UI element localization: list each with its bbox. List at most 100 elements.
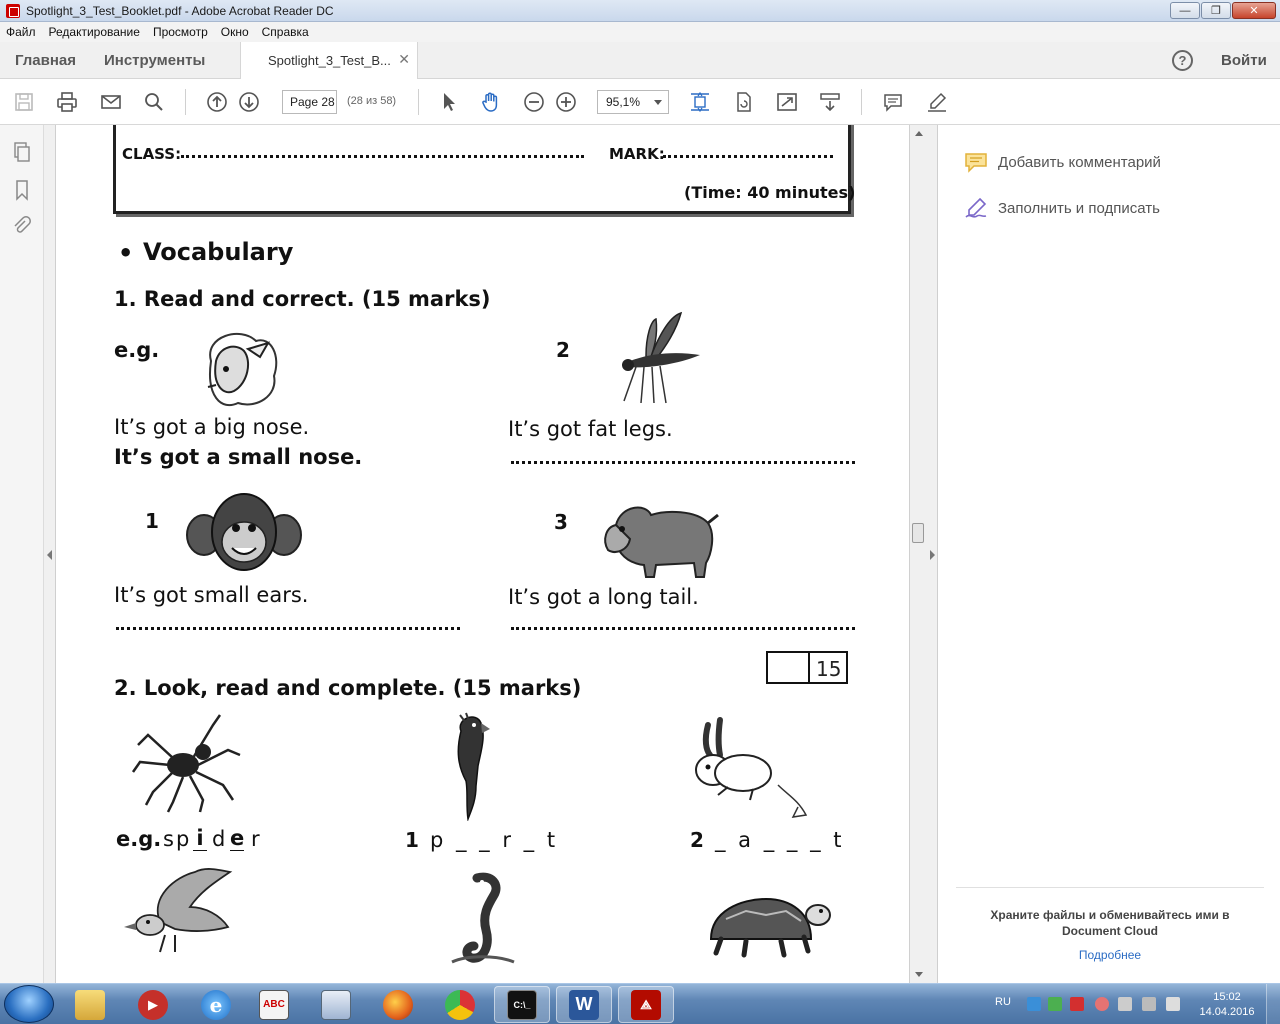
- toolbar-separator: [185, 89, 186, 115]
- search-icon[interactable]: [142, 90, 166, 114]
- scroll-thumb[interactable]: [912, 523, 924, 543]
- mark-dotted-line: [663, 155, 833, 158]
- chevron-right-icon: [930, 550, 935, 560]
- start-button[interactable]: [4, 985, 54, 1023]
- taskbar-ie[interactable]: e: [188, 986, 244, 1023]
- taskbar-acrobat[interactable]: ⟁: [618, 986, 674, 1023]
- left-pane-toggle[interactable]: [44, 125, 56, 983]
- cloud-promo-text: Храните файлы и обменивайтесь ими в Docu…: [990, 908, 1230, 938]
- email-icon[interactable]: [99, 90, 123, 114]
- minimize-button[interactable]: —: [1170, 2, 1200, 19]
- toolbar-separator: [861, 89, 862, 115]
- tab-bar: Главная Инструменты Spotlight_3_Test_B..…: [0, 42, 1280, 79]
- item2-sentence: It’s got fat legs.: [508, 417, 673, 441]
- tab-home[interactable]: Главная: [15, 52, 76, 69]
- navigation-pane: [0, 125, 44, 983]
- item3-answer-line: [511, 627, 855, 630]
- mosquito-picture: [622, 311, 700, 404]
- tray-arrow-icon[interactable]: [1027, 997, 1041, 1011]
- taskbar-firefox[interactable]: [370, 986, 426, 1023]
- zoom-value: 95,1%: [606, 95, 641, 109]
- eg-sentence-right: It’s got a small nose.: [114, 445, 363, 469]
- vertical-scrollbar[interactable]: [909, 125, 926, 983]
- eg-sentence-wrong: It’s got a big nose.: [114, 415, 310, 439]
- attachments-icon[interactable]: [11, 215, 33, 237]
- learn-more-link[interactable]: Подробнее: [968, 948, 1252, 962]
- taskbar-keyboard[interactable]: [308, 986, 364, 1023]
- bookmarks-icon[interactable]: [11, 179, 33, 201]
- next-page-icon[interactable]: [237, 90, 261, 114]
- menu-window[interactable]: Окно: [221, 25, 249, 39]
- item1-sentence: It’s got small ears.: [114, 583, 309, 607]
- menu-help[interactable]: Справка: [262, 25, 309, 39]
- taskbar-abc[interactable]: ABC: [246, 986, 302, 1023]
- tab-document[interactable]: Spotlight_3_Test_B... ✕: [240, 42, 418, 79]
- taskbar-cmd[interactable]: C:\_: [494, 986, 550, 1023]
- kaspersky-icon[interactable]: [1070, 997, 1084, 1011]
- acrobat-reader-icon: ⟁: [631, 989, 661, 1020]
- item2-answer-line: [511, 461, 855, 464]
- command-prompt-icon: C:\_: [507, 989, 537, 1020]
- menu-file[interactable]: Файл: [6, 25, 36, 39]
- scroll-mode-icon[interactable]: [818, 90, 842, 114]
- language-indicator[interactable]: RU: [995, 996, 1011, 1008]
- zoom-in-icon[interactable]: [554, 90, 578, 114]
- item1-number: 1: [145, 509, 159, 533]
- select-cursor-icon[interactable]: [437, 90, 461, 114]
- volume-icon[interactable]: [1166, 997, 1180, 1011]
- rotate-page-icon[interactable]: [732, 90, 756, 114]
- fill-sign-button[interactable]: Заполнить и подписать: [964, 197, 1160, 219]
- page-thumbnails-icon[interactable]: [11, 141, 33, 163]
- document-view[interactable]: CLASS: MARK: (Time: 40 minutes) • Vocabu…: [56, 125, 909, 983]
- save-icon[interactable]: [12, 90, 36, 114]
- menu-view[interactable]: Просмотр: [153, 25, 208, 39]
- word-eg-letter-r: r: [251, 827, 260, 851]
- taskbar-chrome[interactable]: [432, 986, 488, 1023]
- word2-number: 2: [690, 828, 704, 852]
- highlight-pen-icon[interactable]: [925, 90, 949, 114]
- taskbar-word[interactable]: W: [556, 986, 612, 1023]
- word-eg-prefix: sp: [163, 827, 192, 851]
- full-screen-icon[interactable]: [775, 90, 799, 114]
- network-icon[interactable]: [1142, 997, 1156, 1011]
- tray-update-icon[interactable]: [1095, 997, 1109, 1011]
- signin-button[interactable]: Войти: [1221, 52, 1267, 69]
- show-desktop-button[interactable]: [1266, 984, 1280, 1024]
- zoom-out-icon[interactable]: [522, 90, 546, 114]
- previous-page-icon[interactable]: [205, 90, 229, 114]
- score-box-divider: [808, 653, 810, 682]
- tray-app-icon[interactable]: [1048, 997, 1062, 1011]
- chevron-left-icon: [47, 550, 52, 560]
- fit-page-icon[interactable]: [688, 90, 712, 114]
- word1-puzzle: p _ _ r _ t: [430, 828, 559, 852]
- restore-button[interactable]: ❐: [1201, 2, 1231, 19]
- scroll-down-icon[interactable]: [915, 972, 923, 977]
- taskbar-media[interactable]: ▶: [125, 986, 181, 1023]
- comment-icon[interactable]: [881, 90, 905, 114]
- word-eg-letter-i: i: [193, 826, 207, 851]
- clock-time: 15:02: [1213, 991, 1241, 1003]
- taskbar-explorer[interactable]: [62, 986, 118, 1023]
- page-number-input[interactable]: Page 28: [282, 90, 337, 114]
- taskbar: ▶ e ABC C:\_ W ⟁ RU 15:02 14.04.2016: [0, 983, 1280, 1024]
- close-button[interactable]: ✕: [1232, 2, 1276, 19]
- eg-label: e.g.: [114, 338, 160, 362]
- right-pane-toggle[interactable]: [926, 125, 938, 983]
- menu-edit[interactable]: Редактирование: [49, 25, 140, 39]
- keyboard-icon: [321, 989, 351, 1020]
- tab-close-icon[interactable]: ✕: [398, 51, 410, 68]
- scroll-up-icon[interactable]: [915, 131, 923, 136]
- zoom-select[interactable]: 95,1%: [597, 90, 669, 114]
- clock[interactable]: 15:02 14.04.2016: [1196, 990, 1258, 1020]
- class-dotted-line: [181, 155, 584, 158]
- item2-number: 2: [556, 338, 570, 362]
- tab-document-label: Spotlight_3_Test_B...: [268, 53, 391, 68]
- tab-tools[interactable]: Инструменты: [104, 52, 205, 69]
- add-comment-button[interactable]: Добавить комментарий: [964, 151, 1161, 173]
- tray-device-icon[interactable]: [1118, 997, 1132, 1011]
- add-comment-label: Добавить комментарий: [998, 153, 1161, 171]
- task1-heading: 1. Read and correct. (15 marks): [114, 287, 491, 311]
- print-icon[interactable]: [55, 90, 79, 114]
- hand-tool-icon[interactable]: [479, 90, 503, 114]
- help-icon[interactable]: ?: [1172, 50, 1193, 71]
